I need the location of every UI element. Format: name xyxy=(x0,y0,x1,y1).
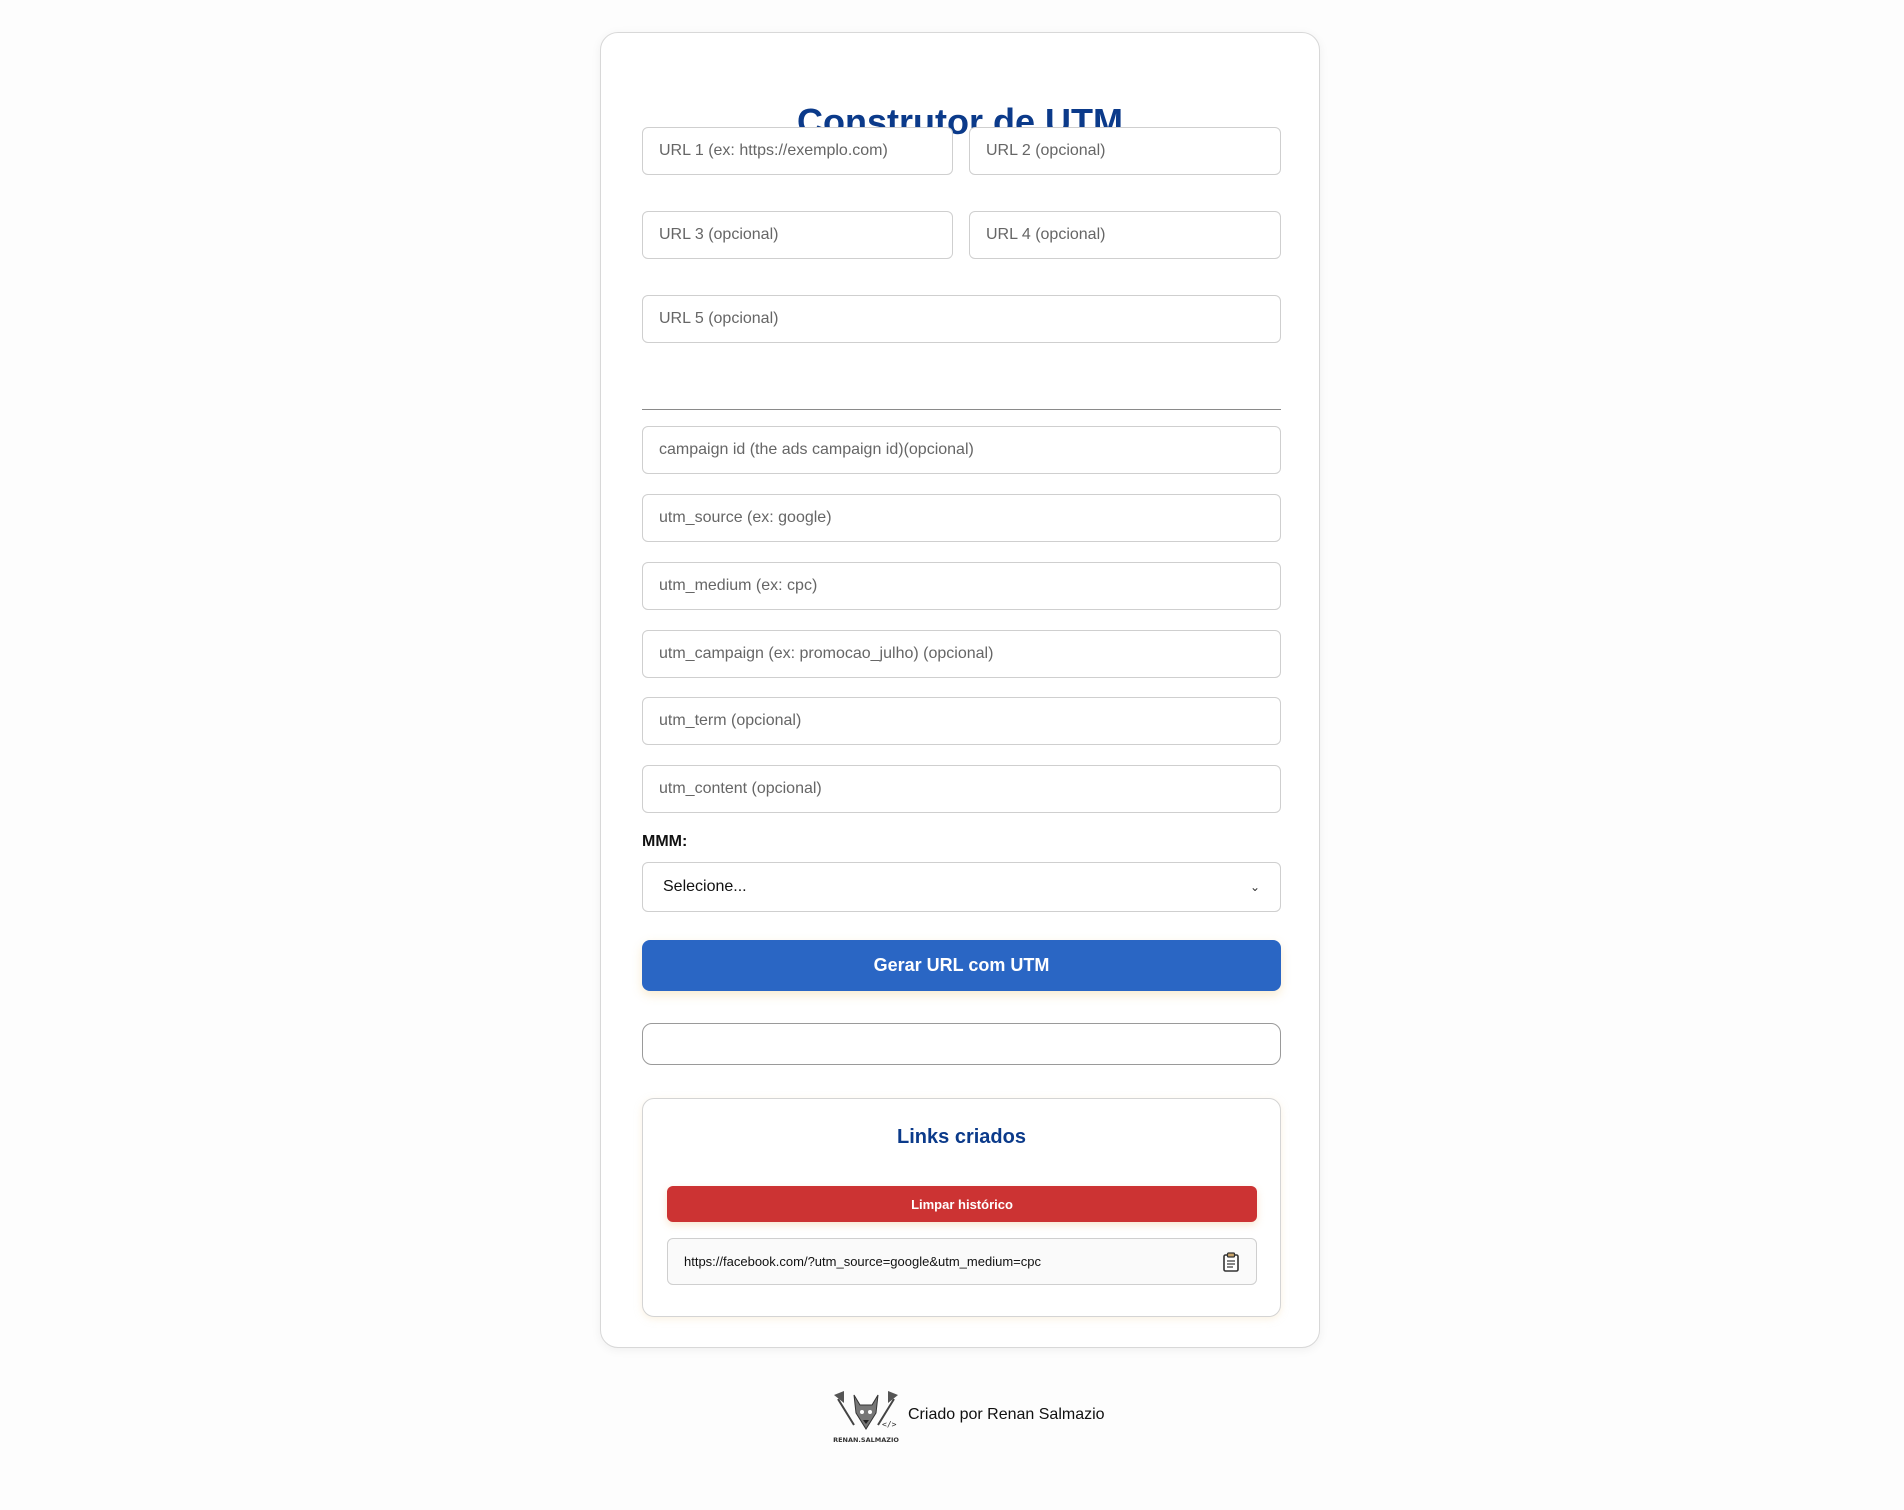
utm-content-input[interactable] xyxy=(642,765,1281,813)
history-link-text: https://facebook.com/?utm_source=google&… xyxy=(684,1254,1041,1269)
svg-text:</>: </> xyxy=(882,1420,897,1429)
url-2-input[interactable] xyxy=(969,127,1281,175)
url-3-input[interactable] xyxy=(642,211,953,259)
mmm-label: MMM: xyxy=(642,833,688,850)
history-panel: Links criados Limpar histórico https://f… xyxy=(642,1098,1281,1317)
svg-text:RENAN.SALMAZIO: RENAN.SALMAZIO xyxy=(833,1436,899,1444)
history-link-item: https://facebook.com/?utm_source=google&… xyxy=(667,1238,1257,1285)
utm-term-input[interactable] xyxy=(642,697,1281,745)
url-1-input[interactable] xyxy=(642,127,953,175)
utm-source-input[interactable] xyxy=(642,494,1281,542)
footer: </> RENAN.SALMAZIO Criado por Renan Salm… xyxy=(832,1385,1105,1445)
campaign-id-input[interactable] xyxy=(642,426,1281,474)
section-divider xyxy=(642,409,1281,410)
generated-url-output[interactable] xyxy=(642,1023,1281,1065)
mmm-selected-value: Selecione... xyxy=(663,878,747,895)
url-5-input[interactable] xyxy=(642,295,1281,343)
mmm-select[interactable]: Selecione... ⌄ xyxy=(642,862,1281,912)
generate-url-button[interactable]: Gerar URL com UTM xyxy=(642,940,1281,991)
url-4-input[interactable] xyxy=(969,211,1281,259)
footer-credit-text: Criado por Renan Salmazio xyxy=(908,1406,1105,1423)
chevron-down-icon: ⌄ xyxy=(1249,880,1260,894)
clipboard-icon[interactable] xyxy=(1222,1251,1240,1272)
utm-campaign-input[interactable] xyxy=(642,630,1281,678)
utm-builder-card: Construtor de UTM MMM: Selecione... ⌄ Ge… xyxy=(600,32,1320,1348)
utm-medium-input[interactable] xyxy=(642,562,1281,610)
history-title: Links criados xyxy=(897,1126,1026,1148)
wolf-logo-icon: </> RENAN.SALMAZIO xyxy=(833,1391,899,1444)
clear-history-button[interactable]: Limpar histórico xyxy=(667,1186,1257,1222)
